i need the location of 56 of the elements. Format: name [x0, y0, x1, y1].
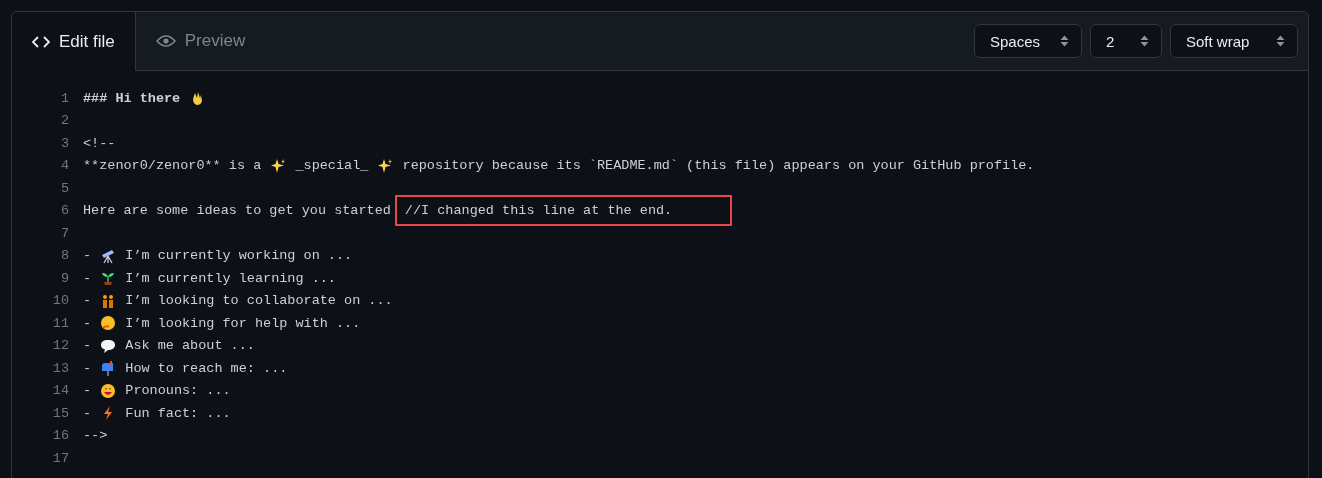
code-text: ### Hi there [83, 90, 182, 106]
line-number: 12 [51, 338, 69, 354]
code-text: - [83, 360, 93, 376]
code-text: Pronouns: ... [124, 383, 231, 399]
code-text: I’m currently learning ... [124, 270, 336, 286]
line-number: 3 [59, 135, 69, 151]
line-number: 13 [51, 360, 69, 376]
line-number: 10 [51, 293, 69, 309]
line-number: 11 [51, 315, 69, 331]
code-text: <!-- [83, 135, 116, 151]
eye-icon [155, 34, 176, 48]
select-dropdown[interactable]: 2 [1090, 24, 1162, 58]
code-text: --> [83, 428, 108, 444]
line-number: 2 [59, 113, 69, 129]
telescope-icon [100, 247, 117, 264]
code-text: - [83, 270, 93, 286]
grinning-face-icon [100, 382, 117, 399]
sort-caret-icon [1060, 34, 1069, 48]
select-dropdown[interactable]: Spaces [974, 24, 1082, 58]
sort-caret-icon [1140, 34, 1149, 48]
line-number: 16 [51, 428, 69, 444]
code-text: Here are some ideas to get you started [83, 203, 391, 219]
code-text: How to reach me: ... [124, 360, 288, 376]
line-number: 8 [59, 248, 69, 264]
code-text: - [83, 248, 93, 264]
code-text: I’m looking for help with ... [124, 315, 361, 331]
code-text: - [83, 315, 93, 331]
line-number: 15 [51, 405, 69, 421]
code-text: **zenor0/zenor0** is a [83, 158, 263, 174]
line-number: 9 [59, 270, 69, 286]
line-number: 6 [59, 203, 69, 219]
line-number: 5 [59, 180, 69, 196]
code-text: _special_ [294, 158, 370, 174]
speech-bubble-icon [100, 337, 117, 354]
line-number: 4 [59, 158, 69, 174]
code-text: I’m currently working on ... [124, 248, 353, 264]
code-text: Fun fact: ... [124, 405, 231, 421]
select-dropdown[interactable]: Soft wrap [1170, 24, 1298, 58]
line-number: 1 [59, 90, 69, 106]
code-text: - [83, 405, 93, 421]
code-text: Ask me about ... [124, 338, 255, 354]
code-icon [32, 34, 50, 49]
code-text: I’m looking to collaborate on ... [124, 293, 393, 309]
code-text: - [83, 338, 93, 354]
code-text: repository because its `README.md` (this file) appears on your GitHub profile. [401, 158, 1035, 174]
tab[interactable]: Preview [135, 12, 267, 70]
seedling-icon [100, 270, 117, 287]
thinking-face-icon [100, 315, 117, 332]
highlighted-code-text: //I changed this line at the end. [394, 195, 733, 227]
code-text: - [83, 293, 93, 309]
line-number: 7 [59, 225, 69, 241]
line-number: 17 [51, 450, 69, 466]
tab[interactable]: Edit file [12, 12, 136, 71]
sort-caret-icon [1276, 34, 1285, 48]
line-number: 14 [51, 383, 69, 399]
code-text: - [83, 383, 93, 399]
